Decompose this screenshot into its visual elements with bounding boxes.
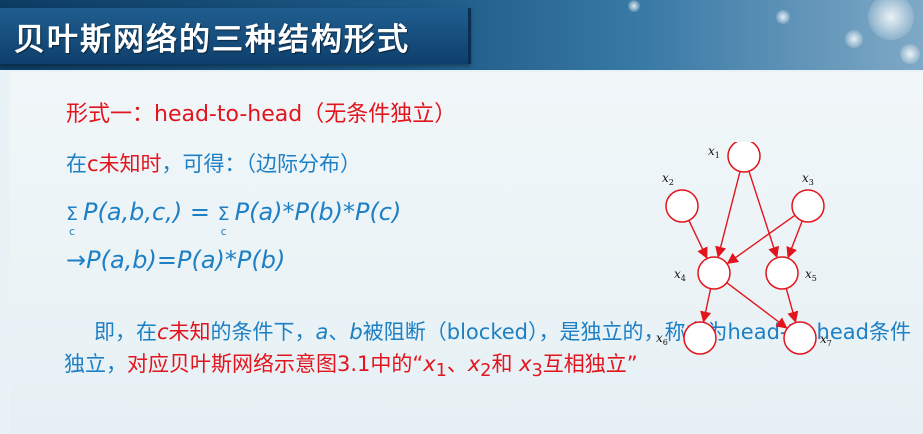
node-x2 [665, 189, 699, 223]
bokeh-light [776, 10, 790, 24]
edge-x3-x4 [726, 214, 796, 264]
edge-x1-x5 [748, 171, 780, 259]
slide-title-box: 贝叶斯网络的三种结构形式 [0, 8, 471, 64]
node-label-x6: x6 [656, 331, 668, 347]
sum-symbol: Σc [66, 203, 79, 238]
condition-text-2: ，可得：（边际分布） [161, 152, 362, 176]
node-x7 [783, 321, 817, 355]
arrow-symbol: → [66, 246, 87, 274]
node-label-x5: x5 [805, 267, 817, 283]
equation-independence: →P(a,b)=P(a)*P(b) [66, 246, 285, 274]
network-nodes [665, 142, 825, 355]
slide-content: 形式一：head-to-head（无条件独立） 在c未知时，可得：（边际分布） … [10, 72, 923, 434]
edge-x2-x4 [688, 220, 708, 259]
condition-text-1: 在 [66, 152, 87, 176]
bokeh-light [900, 44, 920, 64]
bokeh-light [628, 0, 640, 12]
edge-x4-x6 [700, 288, 712, 323]
edge-x1-x4 [715, 171, 741, 258]
node-label-x1: x1 [708, 144, 720, 160]
edge-x3-x5 [786, 220, 803, 259]
network-labels: x1 x2 x3 x4 x5 x6 x7 [656, 144, 832, 348]
node-label-x3: x3 [802, 171, 814, 187]
eq1-rhs: P(a)*P(b)*P(c) [234, 198, 402, 226]
equation-marginal: Σc P(a,b,c,) = Σc P(a)*P(b)*P(c) [66, 198, 402, 238]
edge-x4-x7 [726, 282, 788, 329]
bayesian-network-diagram: x1 x2 x3 x4 x5 x6 x7 [656, 142, 832, 355]
form-heading: 形式一：head-to-head（无条件独立） [66, 102, 457, 127]
node-x5 [765, 256, 799, 290]
sum-symbol: Σc [217, 203, 230, 238]
figure-reference: 对应贝叶斯网络示意图3.1中的“x1、x2和 x3互相独立” [127, 352, 638, 382]
node-x4 [697, 256, 731, 290]
node-x3 [791, 189, 825, 223]
network-edges [688, 171, 803, 329]
condition-line: 在c未知时，可得：（边际分布） [66, 148, 361, 178]
eq2-text: P(a,b)=P(a)*P(b) [86, 246, 286, 274]
node-label-x2: x2 [662, 171, 674, 187]
node-x1 [727, 142, 761, 173]
slide-title: 贝叶斯网络的三种结构形式 [14, 21, 410, 58]
edge-x5-x7 [785, 288, 799, 323]
eq1-equals: = [189, 198, 210, 226]
condition-text-red: c未知时 [87, 152, 162, 176]
node-x6 [683, 321, 717, 355]
node-label-x7: x7 [820, 332, 832, 348]
bokeh-light [845, 30, 863, 48]
node-label-x4: x4 [674, 267, 686, 283]
eq1-lhs: P(a,b,c,) [83, 198, 183, 226]
